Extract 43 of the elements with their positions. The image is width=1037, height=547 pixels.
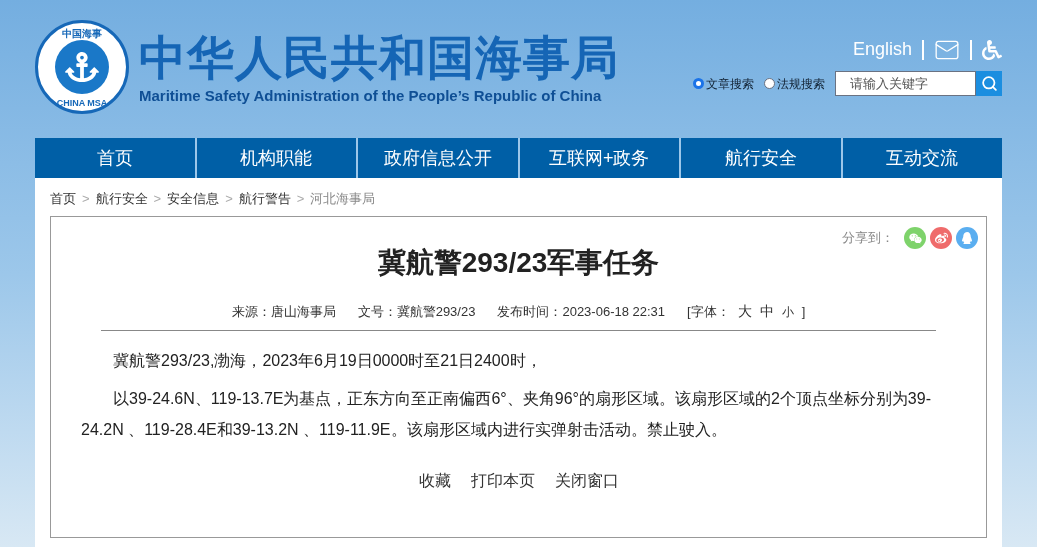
breadcrumb-link[interactable]: 航行警告 [238,189,291,209]
chat-bubbles-icon [908,231,922,245]
article-title: 冀航警293/23军事任务 [377,246,660,280]
site-subtitle: Maritime Safety Administration of the People’s Republic of China [139,87,603,105]
breadcrumb-separator: > [296,190,305,209]
breadcrumb-link[interactable]: 河北海事局 [310,189,376,209]
article-action-link[interactable]: 关闭窗口 [554,469,619,493]
meta-text: 来源：唐山海事局 [231,302,336,321]
site-title: 中华人民共和国海事局 [139,30,619,86]
radio-button[interactable] [693,78,704,89]
breadcrumb-link[interactable]: 航行安全 [95,189,148,209]
accessibility-icon[interactable] [982,39,1002,60]
radio-label: 文章搜索 [706,75,754,93]
search-button[interactable] [976,71,1002,96]
wechat-share-button[interactable] [904,227,926,249]
radio-label: 法规搜索 [777,75,825,93]
article-action-link[interactable]: 打印本页 [470,469,535,493]
qq-share-button[interactable] [956,227,978,249]
article-paragraph: 冀航警293/23,渤海，2023年6月19日0000时至21日2400时， [112,351,543,371]
radio-button[interactable] [764,78,775,89]
meta-text: 发布时间：2023-06-18 22:31 [497,302,666,321]
font-size-option[interactable]: 中 [759,301,774,322]
nav-item[interactable]: 首页 [35,138,195,178]
share-label: 分享到： [842,229,894,248]
breadcrumb-separator: > [82,190,90,209]
search-icon [980,75,998,92]
article-action-link[interactable]: 收藏 [418,469,451,493]
article-paragraph: 以39-24.6N、119-13.7E为基点，正东方向至正南偏西6°、夹角96°的扇形区域。该扇形区域的2个顶点坐标分别为39-24.2N 、119-28.4E和39-13.2N 、119-11.9E。该扇形区域内进行实弹射击活动。禁止驶入。 [81,389,932,440]
font-size-label: [字体： [687,302,730,321]
logo-text: CHINA MSA [56,96,108,110]
penguin-icon [961,232,973,244]
breadcrumb-separator: > [225,190,233,209]
font-size-bracket: ] [801,302,806,321]
meta-text: 文号：冀航警293/23 [357,302,476,321]
breadcrumb-separator: > [153,190,162,209]
anchor-icon [65,50,99,84]
logo-text: 中国海事 [62,28,102,39]
weibo-share-button[interactable] [930,227,952,249]
font-size-option[interactable]: 大 [737,301,752,322]
font-size-option[interactable]: 小 [781,302,794,321]
breadcrumb-link[interactable]: 安全信息 [167,189,220,209]
breadcrumb-link[interactable]: 首页 [50,189,76,209]
search-field[interactable]: 请输入关键字 [835,71,976,96]
